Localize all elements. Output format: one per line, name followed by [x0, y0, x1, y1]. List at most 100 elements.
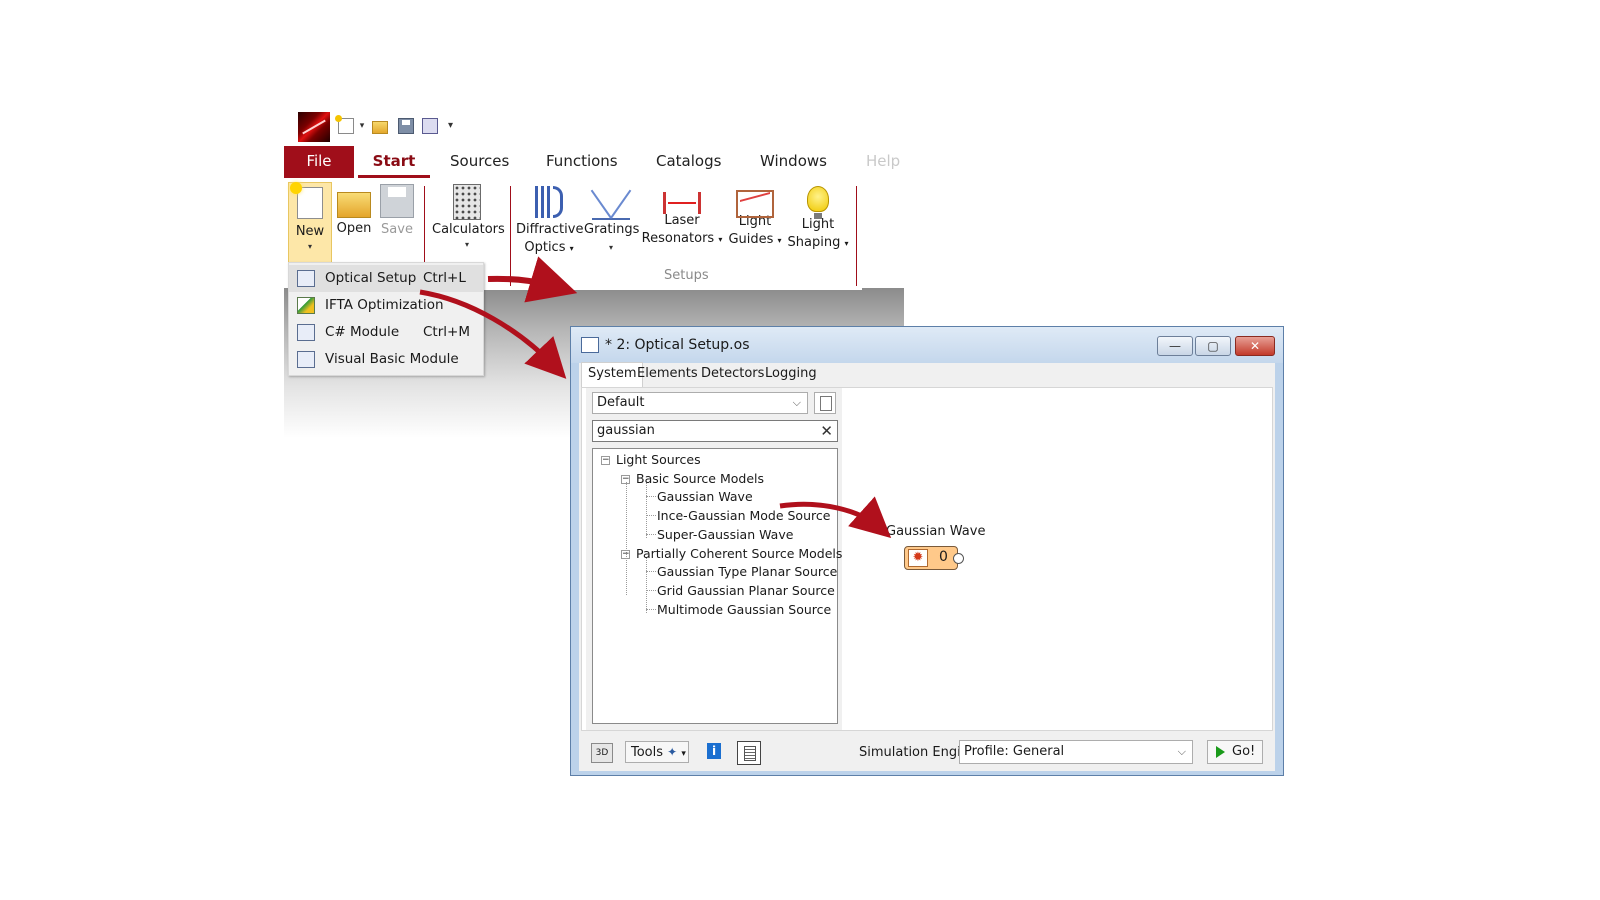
open-folder-icon[interactable]: [372, 121, 388, 134]
collapse-icon[interactable]: −: [621, 550, 630, 559]
light-guides-button[interactable]: Light Guides ▾: [726, 182, 784, 250]
tree-node-basic-source-models[interactable]: − Basic Source Models: [621, 470, 764, 488]
calculators-button[interactable]: Calculators ▾: [432, 182, 505, 251]
tools-button[interactable]: Tools ✦ ▾: [625, 741, 689, 763]
new-catalog-button[interactable]: [814, 392, 836, 414]
tree-item-gaussian-type-planar-source[interactable]: Gaussian Type Planar Source: [657, 563, 837, 581]
new-dropdown-menu: Optical Setup Ctrl+L IFTA Optimization C…: [288, 262, 484, 376]
clear-search-icon[interactable]: ✕: [820, 421, 833, 441]
tree-item-ince-gaussian-mode-source[interactable]: Ince-Gaussian Mode Source: [657, 507, 830, 525]
guides-label-2-text: Guides: [728, 232, 774, 247]
menu-item-ifta-optimization[interactable]: IFTA Optimization: [289, 292, 483, 319]
tree-item-multimode-gaussian-source[interactable]: Multimode Gaussian Source: [657, 601, 831, 619]
window-titlebar[interactable]: * 2: Optical Setup.os — ▢ ✕: [571, 327, 1283, 363]
tab-sources[interactable]: Sources: [440, 146, 519, 178]
save-button[interactable]: Save: [376, 182, 418, 239]
ribbon-separator: [856, 186, 857, 286]
tree-line: [646, 515, 656, 516]
tab-start[interactable]: Start: [358, 146, 430, 178]
node-label: Gaussian Wave: [886, 524, 986, 539]
visual-basic-module-icon: [297, 351, 315, 368]
tree-item-gaussian-wave[interactable]: Gaussian Wave: [657, 488, 753, 506]
node-port-number: 0: [939, 549, 948, 565]
chevron-down-icon: ▾: [608, 243, 613, 252]
tree-node-label: Light Sources: [616, 452, 701, 467]
tree-line: [646, 482, 647, 538]
chevron-down-icon: ▾: [307, 242, 312, 251]
collapse-icon[interactable]: −: [601, 456, 610, 465]
save-label: Save: [381, 222, 413, 237]
menu-item-label: IFTA Optimization: [325, 297, 444, 313]
menu-item-optical-setup[interactable]: Optical Setup Ctrl+L: [289, 265, 483, 292]
setup-canvas[interactable]: Gaussian Wave ✹ 0: [846, 388, 1272, 730]
output-port-handle[interactable]: [953, 553, 964, 564]
diffractive-optics-label-2-text: Optics: [524, 240, 566, 255]
customize-toolbar-icon[interactable]: ▾: [448, 118, 458, 134]
maximize-button[interactable]: ▢: [1195, 336, 1231, 356]
tree-item-grid-gaussian-planar-source[interactable]: Grid Gaussian Planar Source: [657, 582, 835, 600]
light-bulb-icon: [807, 186, 829, 219]
chevron-down-icon: ▾: [718, 235, 723, 244]
document-icon[interactable]: [737, 741, 761, 765]
tree-item-super-gaussian-wave[interactable]: Super-Gaussian Wave: [657, 526, 793, 544]
chevron-down-icon: ▾: [777, 236, 782, 245]
catalog-select[interactable]: Default ⌵: [592, 392, 808, 414]
menu-item-label: Visual Basic Module: [325, 351, 459, 367]
quick-access-toolbar: ▾ ▾: [292, 110, 492, 142]
tree-line: [646, 609, 656, 610]
csharp-module-icon: [297, 324, 315, 341]
tab-help[interactable]: Help: [856, 146, 910, 178]
new-button[interactable]: New ▾: [288, 182, 332, 264]
tab-elements[interactable]: Elements: [631, 363, 704, 387]
diffractive-optics-label-2: Optics ▾: [516, 239, 582, 258]
tab-file[interactable]: File: [284, 146, 354, 178]
gratings-button[interactable]: Gratings ▾: [584, 182, 640, 257]
new-file-icon[interactable]: [335, 115, 354, 134]
laser-resonators-button[interactable]: Laser Resonators ▾: [640, 182, 724, 249]
tree-line: [646, 571, 656, 572]
diffractive-optics-label-1: Diffractive: [516, 222, 584, 237]
save-disk-icon[interactable]: [398, 118, 414, 134]
print-preview-icon[interactable]: [422, 118, 438, 134]
folder-icon: [337, 192, 371, 218]
info-icon[interactable]: i: [707, 743, 721, 759]
close-button[interactable]: ✕: [1235, 336, 1275, 356]
menu-item-visual-basic-module[interactable]: Visual Basic Module: [289, 346, 483, 373]
tree-line: [626, 482, 627, 595]
new-label: New: [295, 224, 325, 239]
tree-node-partially-coherent-source-models[interactable]: − Partially Coherent Source Models: [621, 545, 842, 563]
shaping-label-2-text: Shaping: [787, 235, 841, 250]
profile-select[interactable]: Profile: General ⌵: [959, 740, 1193, 764]
window-title: * 2: Optical Setup.os: [605, 337, 750, 353]
ribbon-tabs: File Start Sources Functions Catalogs Wi…: [284, 146, 932, 178]
new-dropdown-icon[interactable]: ▾: [358, 118, 366, 134]
tree-node-light-sources[interactable]: − Light Sources: [601, 451, 701, 469]
view-3d-button[interactable]: 3D: [591, 743, 613, 763]
diffractive-optics-button[interactable]: Diffractive Optics ▾: [516, 182, 584, 258]
gratings-label: Gratings: [584, 222, 640, 237]
app-logo-icon[interactable]: [298, 112, 330, 142]
bottom-toolbar: 3D Tools ✦ ▾ i Simulation Engine Profile…: [579, 733, 1275, 771]
tab-logging[interactable]: Logging: [759, 363, 823, 387]
tab-windows[interactable]: Windows: [750, 146, 837, 178]
gaussian-wave-node[interactable]: ✹ 0: [904, 546, 964, 570]
chevron-down-icon: ▾: [681, 749, 686, 759]
go-button[interactable]: Go!: [1207, 740, 1263, 764]
source-tree: − Light Sources − Basic Source Models Gaus…: [592, 448, 842, 724]
menu-item-csharp-module[interactable]: C# Module Ctrl+M: [289, 319, 483, 346]
search-input[interactable]: gaussian ✕: [592, 420, 838, 442]
chevron-down-icon: ▾: [464, 240, 469, 249]
shaping-label-2: Shaping ▾: [786, 234, 850, 253]
tree-line: [646, 557, 647, 613]
open-button[interactable]: Open: [334, 182, 374, 238]
optical-setup-icon: [297, 270, 315, 287]
light-source-icon: ✹: [908, 549, 928, 567]
ribbon-separator: [510, 186, 511, 286]
minimize-button[interactable]: —: [1157, 336, 1193, 356]
light-shaping-button[interactable]: Light Shaping ▾: [786, 182, 850, 253]
tab-functions[interactable]: Functions: [536, 146, 628, 178]
collapse-icon[interactable]: −: [621, 475, 630, 484]
tab-catalogs[interactable]: Catalogs: [646, 146, 731, 178]
optical-setup-window: * 2: Optical Setup.os — ▢ ✕ System Eleme…: [570, 326, 1284, 776]
menu-item-shortcut: Ctrl+L: [423, 270, 466, 286]
